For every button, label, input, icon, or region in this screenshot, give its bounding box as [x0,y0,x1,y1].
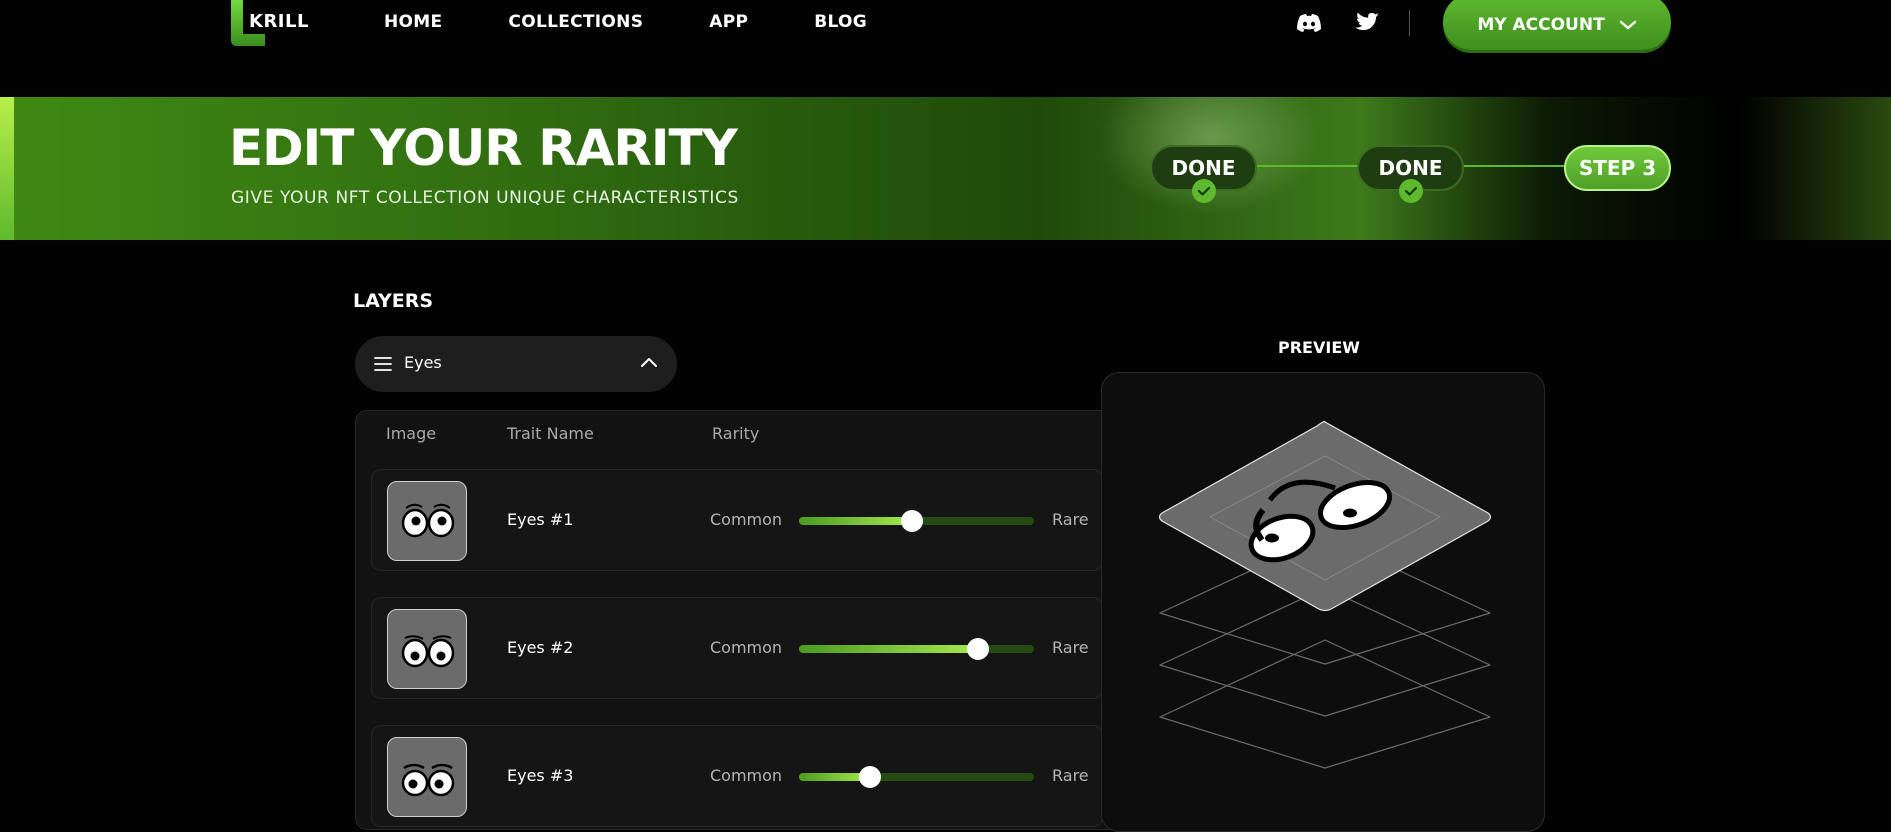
rarity-label-common: Common [710,766,783,785]
check-icon [1399,179,1423,203]
step-3-label: STEP 3 [1578,156,1657,180]
rarity-label-rare: Rare [1052,766,1089,785]
preview-heading: PREVIEW [1278,338,1360,357]
layer-select-value: Eyes [404,353,442,372]
eyes-icon [401,635,455,668]
nav-blog[interactable]: BLOG [814,12,867,32]
step-1-label: DONE [1171,156,1236,180]
trait-row: Eyes #2 Common Rare [371,597,1103,699]
rarity-slider-handle[interactable] [967,638,989,660]
step-3-pill[interactable]: STEP 3 [1564,145,1671,191]
rarity-label-rare: Rare [1052,638,1089,657]
chevron-up-icon [641,358,657,367]
nav-home[interactable]: HOME [384,12,442,32]
top-navbar: KRILL HOME COLLECTIONS APP BLOG MY ACCOU… [0,0,1891,97]
layer-stack-preview [1158,420,1492,769]
layers-heading: LAYERS [353,290,434,312]
trait-row: Eyes #1 Common Rare [371,469,1103,571]
eyes-icon [401,503,455,538]
krill-logo[interactable]: KRILL [231,0,321,48]
my-account-button[interactable]: MY ACCOUNT [1443,0,1671,50]
rarity-slider[interactable] [799,766,1034,788]
rarity-slider-handle[interactable] [901,510,923,532]
rarity-slider-fill [799,517,912,525]
nav-collections[interactable]: COLLECTIONS [508,12,643,32]
rarity-label-rare: Rare [1052,510,1089,529]
page-title: EDIT YOUR RARITY [229,119,738,177]
rarity-slider[interactable] [799,510,1034,532]
column-header-image: Image [386,424,437,443]
nav-app[interactable]: APP [709,12,748,32]
rarity-slider[interactable] [799,638,1034,660]
banner-accent-strip [0,97,14,240]
step-connector [1461,165,1568,167]
column-header-rarity: Rarity [712,424,760,443]
step-2-label: DONE [1378,156,1443,180]
trait-thumbnail[interactable] [387,737,467,817]
trait-thumbnail[interactable] [387,481,467,561]
rarity-slider-handle[interactable] [859,766,881,788]
page-subtitle: GIVE YOUR NFT COLLECTION UNIQUE CHARACTE… [231,188,739,208]
trait-thumbnail[interactable] [387,609,467,689]
eyes-icon [401,763,455,797]
step-progress: DONE DONE STEP 3 [1150,145,1672,205]
twitter-icon[interactable] [1354,12,1380,34]
step-connector [1254,165,1361,167]
rarity-slider-fill [799,645,978,653]
trait-name: Eyes #2 [507,638,574,657]
check-icon [1192,179,1216,203]
rarity-label-common: Common [710,638,783,657]
nav-links: HOME COLLECTIONS APP BLOG [384,12,867,32]
layer-select-dropdown[interactable]: Eyes [355,336,677,392]
nav-divider [1409,10,1410,36]
chevron-down-icon [1619,20,1636,30]
trait-name: Eyes #3 [507,766,574,785]
trait-name: Eyes #1 [507,510,574,529]
brand-name: KRILL [249,11,309,32]
menu-icon [374,357,392,371]
rarity-label-common: Common [710,510,783,529]
layer-plane-outline [1159,639,1491,769]
trait-row: Eyes #3 Common Rare [371,725,1103,827]
my-account-label: MY ACCOUNT [1477,15,1605,35]
column-header-trait-name: Trait Name [507,424,594,443]
discord-icon[interactable] [1296,12,1322,34]
page-banner: EDIT YOUR RARITY GIVE YOUR NFT COLLECTIO… [0,97,1891,240]
